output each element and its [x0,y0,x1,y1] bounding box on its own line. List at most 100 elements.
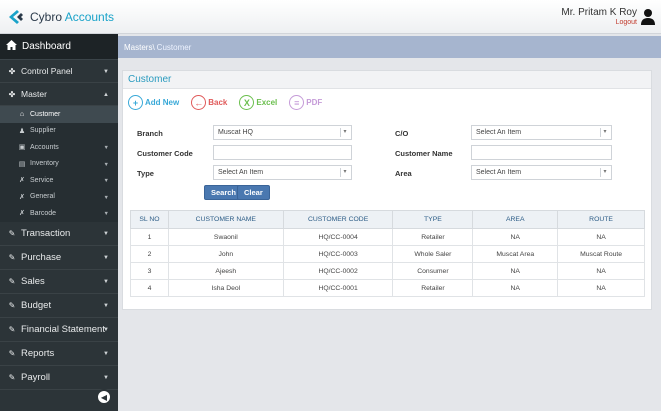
breadcrumb: Masters\ Customer [118,36,661,58]
sidebar-item-financial-statement[interactable]: ✎ Financial Statement ▼ [0,318,118,342]
pdf-icon: ≡ [289,95,305,110]
sidebar-item-label: Sales [21,275,45,287]
table-cell: Isha Deol [167,279,284,297]
clear-button[interactable]: Clear [237,185,270,200]
table-cell: HQ/CC-0003 [282,245,394,263]
area-select[interactable]: Select An Item [471,165,612,180]
breadcrumb-root[interactable]: Masters\ [124,43,155,52]
chevron-down-icon: ▼ [103,374,109,381]
table-row[interactable]: 1 Swaonil HQ/CC-0004 Retailer NA NA [130,228,645,246]
sidebar-item-label: Supplier [30,127,56,135]
app-logo[interactable]: Cybro Accounts [8,9,114,25]
sidebar-item-label: Budget [21,299,52,311]
user-icon: ♟ [18,127,26,135]
logo-text-prefix: Cybro [30,10,63,24]
sidebar-item-general[interactable]: ✗ General ▼ [0,189,118,206]
sidebar-item-label: Reports [21,347,55,359]
column-header[interactable]: CUSTOMER NAME [167,210,284,229]
sidebar-item-purchase[interactable]: ✎ Purchase ▼ [0,246,118,270]
logout-link[interactable]: Logout [561,19,637,26]
user-name: Mr. Pritam K Roy [561,7,637,18]
table-row[interactable]: 3 Ajeesh HQ/CC-0002 Consumer NA NA [130,262,645,280]
sidebar-item-barcode[interactable]: ✗ Barcode ▼ [0,205,118,222]
column-header[interactable]: CUSTOMER CODE [282,210,394,229]
table-cell: NA [557,228,645,246]
table-cell: Swaonil [167,228,284,246]
table-row[interactable]: 2 John HQ/CC-0003 Whole Saler Muscat Are… [130,245,645,263]
sidebar-item-sales[interactable]: ✎ Sales ▼ [0,270,118,294]
back-button[interactable]: ← Back [191,95,227,110]
column-header[interactable]: SL NO [130,210,169,229]
chevron-down-icon: ▼ [103,302,109,309]
excel-button[interactable]: X Excel [239,95,277,110]
add-new-button[interactable]: + Add New [128,95,179,110]
sidebar-item-label: Financial Statement [21,323,105,335]
sidebar: Dashboard ✤ Control Panel ▼ ✤ Master ▲ ⌂… [0,34,118,411]
table-cell: HQ/CC-0002 [282,262,394,280]
type-select[interactable]: Select An Item [213,165,352,180]
arrow-left-icon: ← [191,95,207,110]
pdf-button[interactable]: ≡ PDF [289,95,322,110]
sidebar-item-label: Barcode [30,209,57,217]
sidebar-item-label: General [30,193,55,201]
column-header[interactable]: ROUTE [557,210,645,229]
sidebar-item-label: Customer [30,110,61,118]
customer-code-input[interactable] [213,145,352,160]
home-icon: ⌂ [19,110,25,118]
sidebar-item-label: Service [30,176,54,184]
excel-label: Excel [256,98,278,107]
sidebar-collapse-button[interactable]: ◀ [96,389,112,405]
sidebar-item-control-panel[interactable]: ✤ Control Panel ▼ [0,60,118,83]
table-cell: HQ/CC-0001 [282,279,394,297]
sidebar-item-label: Accounts [30,143,59,151]
excel-icon: X [239,95,255,110]
customer-name-input[interactable] [471,145,612,160]
chevron-down-icon: ▼ [103,278,109,285]
table-cell: Retailer [392,279,474,297]
branch-select[interactable]: Muscat HQ [213,125,352,140]
arrow-left-icon: ◀ [100,392,108,402]
sidebar-item-reports[interactable]: ✎ Reports ▼ [0,342,118,366]
tool-icon: ✗ [19,210,25,218]
chevron-down-icon: ▼ [103,178,109,184]
sidebar-item-payroll[interactable]: ✎ Payroll ▼ [0,366,118,390]
branch-label: Branch [137,129,163,138]
sidebar-item-supplier[interactable]: ♟ Supplier [0,123,118,140]
sidebar-item-inventory[interactable]: ▤ Inventory ▼ [0,156,118,173]
sidebar-item-customer[interactable]: ⌂ Customer [0,106,118,123]
chevron-down-icon: ▼ [103,145,109,151]
sidebar-item-budget[interactable]: ✎ Budget ▼ [0,294,118,318]
sidebar-item-accounts[interactable]: ▣ Accounts ▼ [0,139,118,156]
table-row[interactable]: 4 Isha Deol HQ/CC-0001 Retailer NA NA [130,279,645,297]
edit-icon: ✎ [8,252,16,262]
customer-panel: Customer + Add New ← Back X Excel ≡ PDF … [122,70,652,310]
type-label: Type [137,169,154,178]
column-header[interactable]: AREA [472,210,559,229]
table-cell: NA [557,279,645,297]
sidebar-item-master[interactable]: ✤ Master ▲ [0,83,118,106]
edit-icon: ✎ [8,348,16,358]
master-submenu: ⌂ Customer ♟ Supplier ▣ Accounts ▼ ▤ Inv… [0,106,118,222]
top-header: Cybro Accounts Mr. Pritam K Roy Logout [0,0,661,34]
chevron-down-icon: ▼ [103,326,109,333]
edit-icon: ✎ [8,324,16,334]
sidebar-item-transaction[interactable]: ✎ Transaction ▼ [0,222,118,246]
lock-icon: ▣ [18,144,26,152]
customer-name-label: Customer Name [395,149,453,158]
chevron-down-icon: ▼ [103,254,109,261]
pdf-label: PDF [306,98,323,107]
co-select[interactable]: Select An Item [471,125,612,140]
tool-icon: ✗ [19,193,25,201]
user-menu[interactable]: Mr. Pritam K Roy Logout [561,7,637,26]
chevron-down-icon: ▼ [103,350,109,357]
sidebar-item-dashboard[interactable]: Dashboard [0,34,118,60]
table-cell: 3 [130,262,169,280]
sidebar-item-label: Dashboard [22,41,71,52]
user-avatar-icon[interactable] [640,8,656,26]
sidebar-item-service[interactable]: ✗ Service ▼ [0,172,118,189]
chevron-up-icon: ▲ [103,92,109,98]
column-header[interactable]: TYPE [392,210,474,229]
add-new-label: Add New [145,98,180,107]
chevron-down-icon: ▼ [103,161,109,168]
action-bar: + Add New ← Back X Excel ≡ PDF [128,95,334,110]
